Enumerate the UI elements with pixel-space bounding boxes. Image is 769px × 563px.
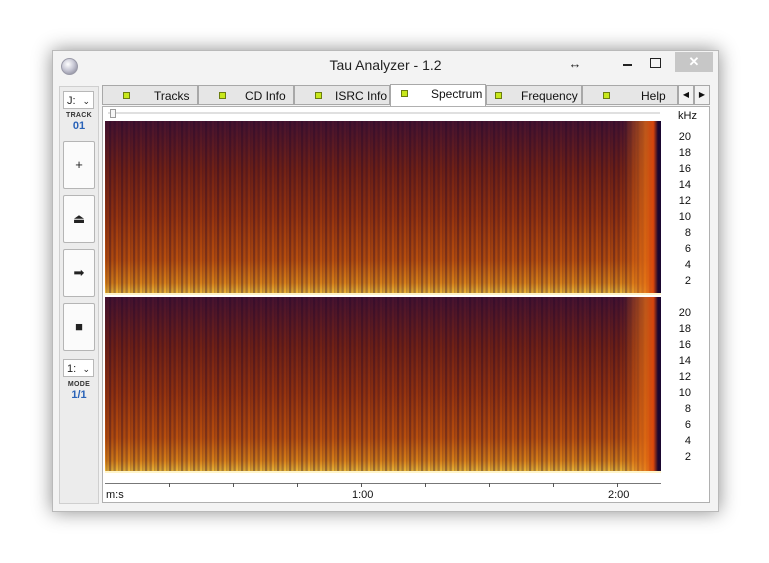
freq-tick: 10 bbox=[678, 387, 691, 399]
spectrum-panel: kHz 20 18 16 14 12 10 8 6 4 2 20 18 16 1… bbox=[102, 106, 710, 503]
freq-tick: 2 bbox=[684, 451, 691, 463]
mode-label: MODE bbox=[67, 381, 91, 388]
maximize-icon bbox=[649, 58, 661, 68]
freq-tick: 4 bbox=[684, 259, 691, 271]
drive-select-value: J: bbox=[67, 95, 76, 107]
freq-tick: 2 bbox=[684, 275, 691, 287]
title-bar[interactable]: Tau Analyzer - 1.2 ↔ ✕ bbox=[53, 51, 718, 81]
spectrogram-left-channel bbox=[105, 121, 661, 295]
freq-tick: 16 bbox=[678, 163, 691, 175]
minimize-button[interactable] bbox=[613, 51, 641, 73]
freq-tick: 8 bbox=[684, 227, 691, 239]
mode-select-value: 1: bbox=[67, 363, 77, 375]
tab-label: ISRC Info bbox=[335, 89, 388, 103]
time-tick: 1:00 bbox=[352, 489, 374, 501]
freq-tick: 4 bbox=[684, 435, 691, 447]
mode-value: 1/1 bbox=[71, 389, 87, 401]
minimize-icon bbox=[622, 64, 632, 66]
freq-tick: 18 bbox=[678, 147, 691, 159]
spectrogram-right-channel bbox=[105, 297, 661, 473]
freq-tick: 14 bbox=[678, 179, 691, 191]
tab-tracks[interactable]: Tracks bbox=[102, 85, 198, 105]
chevron-down-icon: ⌄ bbox=[82, 96, 90, 106]
chevron-left-icon: ◀ bbox=[682, 90, 690, 99]
tab-label: Spectrum bbox=[431, 87, 483, 101]
tab-spectrum[interactable]: Spectrum bbox=[390, 84, 486, 106]
status-led-icon bbox=[401, 90, 408, 97]
status-led-icon bbox=[495, 92, 502, 99]
close-button[interactable]: ✕ bbox=[675, 52, 713, 72]
tab-label: CD Info bbox=[245, 89, 286, 103]
freq-tick: 14 bbox=[678, 355, 691, 367]
arrow-right-icon: ➡ bbox=[73, 265, 85, 280]
position-slider-track[interactable] bbox=[108, 112, 660, 114]
freq-tick: 16 bbox=[678, 339, 691, 351]
eject-icon: ⏏ bbox=[72, 211, 86, 226]
position-slider-thumb[interactable] bbox=[110, 109, 116, 118]
tab-strip: Tracks CD Info ISRC Info Spectrum Freque… bbox=[102, 84, 710, 106]
stop-icon: ■ bbox=[75, 319, 83, 334]
mode-select[interactable]: 1: ⌄ bbox=[63, 359, 94, 377]
time-unit-label: m:s bbox=[106, 489, 124, 501]
maximize-button[interactable] bbox=[641, 51, 669, 73]
status-led-icon bbox=[603, 92, 610, 99]
tab-label: Frequency bbox=[521, 89, 578, 103]
status-led-icon bbox=[123, 92, 130, 99]
chevron-right-icon: ▶ bbox=[698, 90, 706, 99]
tab-help[interactable]: Help bbox=[582, 85, 678, 105]
left-control-panel: J: ⌄ TRACK 01 + ⏏ ➡ ■ 1: ⌄ MODE 1/1 bbox=[59, 86, 99, 504]
app-window: Tau Analyzer - 1.2 ↔ ✕ J: ⌄ TRACK 01 + ⏏… bbox=[52, 50, 719, 512]
tab-label: Tracks bbox=[154, 89, 190, 103]
freq-tick: 10 bbox=[678, 211, 691, 223]
freq-axis-top: 20 18 16 14 12 10 8 6 4 2 bbox=[661, 121, 709, 295]
stop-button[interactable]: ■ bbox=[63, 303, 95, 351]
freq-axis-bottom: 20 18 16 14 12 10 8 6 4 2 bbox=[661, 297, 709, 473]
tab-scroll-right-button[interactable]: ▶ bbox=[694, 85, 710, 105]
freq-tick: 20 bbox=[678, 131, 691, 143]
freq-tick: 12 bbox=[678, 371, 691, 383]
track-label: TRACK bbox=[66, 112, 92, 119]
time-axis: m:s 1:00 2:00 bbox=[105, 483, 661, 503]
next-button[interactable]: ➡ bbox=[63, 249, 95, 297]
status-led-icon bbox=[315, 92, 322, 99]
status-led-icon bbox=[219, 92, 226, 99]
tab-scroll-left-button[interactable]: ◀ bbox=[678, 85, 694, 105]
freq-tick: 6 bbox=[684, 419, 691, 431]
time-tick: 2:00 bbox=[608, 489, 630, 501]
tab-frequency[interactable]: Frequency bbox=[486, 85, 582, 105]
tab-isrc-info[interactable]: ISRC Info bbox=[294, 85, 390, 105]
drive-select[interactable]: J: ⌄ bbox=[63, 91, 94, 109]
tab-cd-info[interactable]: CD Info bbox=[198, 85, 294, 105]
freq-tick: 12 bbox=[678, 195, 691, 207]
eject-button[interactable]: ⏏ bbox=[63, 195, 95, 243]
chevron-down-icon: ⌄ bbox=[82, 364, 90, 374]
tab-label: Help bbox=[641, 89, 666, 103]
freq-tick: 20 bbox=[678, 307, 691, 319]
resize-icon[interactable]: ↔ bbox=[563, 53, 587, 75]
track-number: 01 bbox=[72, 120, 86, 132]
add-button[interactable]: + bbox=[63, 141, 95, 189]
freq-tick: 8 bbox=[684, 403, 691, 415]
plus-icon: + bbox=[75, 157, 83, 172]
freq-tick: 6 bbox=[684, 243, 691, 255]
freq-tick: 18 bbox=[678, 323, 691, 335]
